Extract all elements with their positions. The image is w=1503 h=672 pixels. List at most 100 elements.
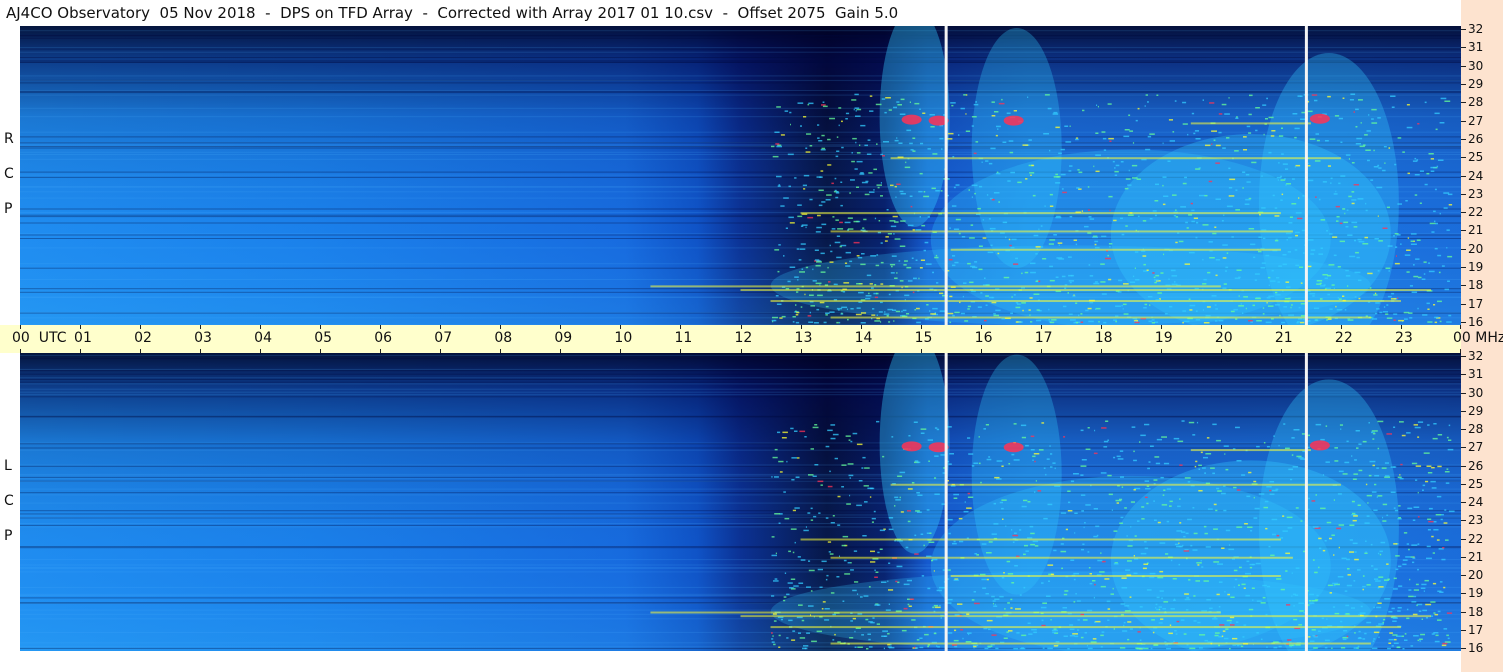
signal-pixel <box>1347 234 1353 236</box>
signal-pixel <box>1129 628 1133 630</box>
signal-pixel <box>997 252 1000 255</box>
signal-pixel <box>1323 284 1326 286</box>
signal-pixel <box>1226 205 1233 208</box>
signal-pixel <box>1367 272 1373 275</box>
signal-pixel <box>1199 634 1206 636</box>
signal-pixel <box>1084 225 1089 228</box>
signal-pixel <box>1332 606 1336 608</box>
signal-pixel <box>1281 193 1284 196</box>
signal-pixel <box>776 303 782 305</box>
signal-pixel <box>1428 520 1434 523</box>
mhz-tick-label: 20 <box>1468 241 1484 256</box>
signal-pixel <box>1140 434 1146 437</box>
signal-pixel <box>830 522 835 524</box>
signal-pixel <box>934 477 937 479</box>
signal-pixel <box>816 261 822 263</box>
signal-pixel <box>1408 589 1412 591</box>
signal-pixel <box>1207 508 1213 510</box>
signal-pixel <box>1102 137 1107 140</box>
mhz-tick-label: 28 <box>1468 422 1484 436</box>
signal-pixel <box>1139 639 1142 641</box>
signal-pixel <box>1333 499 1335 501</box>
signal-pixel <box>803 174 810 177</box>
signal-pixel <box>856 108 862 111</box>
signal-pixel <box>1199 647 1203 649</box>
signal-pixel <box>1144 547 1149 550</box>
signal-pixel <box>1341 557 1347 560</box>
signal-pixel <box>1174 543 1179 546</box>
signal-pixel <box>1370 543 1373 546</box>
signal-pixel <box>854 646 857 648</box>
signal-pixel <box>853 220 859 223</box>
signal-pixel <box>1050 321 1055 324</box>
signal-pixel <box>1372 464 1375 467</box>
signal-pixel <box>1095 154 1101 156</box>
signal-pixel <box>808 569 815 572</box>
signal-pixel <box>1067 510 1073 512</box>
signal-pixel <box>856 504 862 507</box>
signal-pixel <box>778 184 781 186</box>
signal-pixel <box>1170 269 1176 272</box>
signal-pixel <box>1254 273 1260 275</box>
signal-pixel <box>825 314 828 316</box>
emission-region <box>770 571 1371 651</box>
signal-pixel <box>1353 515 1358 517</box>
signal-pixel <box>1193 532 1198 535</box>
signal-pixel <box>791 479 795 481</box>
signal-pixel <box>1412 557 1416 559</box>
signal-pixel <box>1308 265 1312 268</box>
signal-pixel <box>1406 617 1410 620</box>
signal-pixel <box>1156 438 1162 441</box>
signal-pixel <box>917 494 923 496</box>
signal-pixel <box>1205 546 1211 548</box>
signal-pixel <box>1402 151 1405 153</box>
signal-pixel <box>844 262 848 264</box>
signal-pixel <box>839 221 843 224</box>
signal-pixel <box>1202 283 1207 285</box>
signal-pixel <box>1262 596 1266 599</box>
signal-pixel <box>832 515 835 517</box>
signal-pixel <box>1130 501 1135 503</box>
signal-pixel <box>1188 214 1193 216</box>
signal-pixel <box>1446 321 1452 323</box>
signal-pixel <box>1022 309 1024 312</box>
signal-pixel <box>1388 611 1393 613</box>
signal-pixel <box>827 429 833 432</box>
signal-pixel <box>900 193 906 195</box>
signal-pixel <box>1160 618 1164 620</box>
signal-pixel <box>805 526 807 528</box>
signal-pixel <box>1390 491 1396 493</box>
signal-pixel <box>1093 535 1098 538</box>
signal-pixel <box>1127 214 1134 216</box>
signal-pixel <box>834 457 838 460</box>
signal-pixel <box>1266 585 1271 588</box>
signal-pixel <box>771 536 775 538</box>
signal-pixel <box>1335 305 1337 308</box>
signal-pixel <box>1142 220 1147 222</box>
signal-pixel <box>1333 584 1336 587</box>
signal-pixel <box>827 485 833 488</box>
signal-pixel <box>1344 590 1348 592</box>
signal-pixel <box>856 255 860 257</box>
signal-pixel <box>1339 222 1343 225</box>
signal-pixel <box>1218 606 1221 608</box>
signal-pixel <box>895 196 897 198</box>
signal-pixel <box>1078 314 1080 317</box>
signal-pixel <box>963 282 967 284</box>
signal-pixel <box>1377 495 1383 497</box>
signal-pixel <box>1238 584 1240 586</box>
signal-pixel <box>781 315 786 318</box>
signal-pixel <box>849 477 851 479</box>
signal-pixel <box>1212 232 1217 235</box>
signal-pixel <box>1024 271 1029 274</box>
signal-pixel <box>997 128 999 130</box>
signal-pixel <box>1337 493 1342 495</box>
signal-pixel <box>797 556 801 558</box>
signal-pixel <box>1381 467 1387 469</box>
signal-pixel <box>1357 569 1361 571</box>
signal-pixel <box>1336 527 1342 530</box>
signal-pixel <box>874 217 877 220</box>
signal-pixel <box>1176 545 1182 548</box>
signal-pixel <box>825 578 828 581</box>
signal-pixel <box>1153 500 1155 502</box>
